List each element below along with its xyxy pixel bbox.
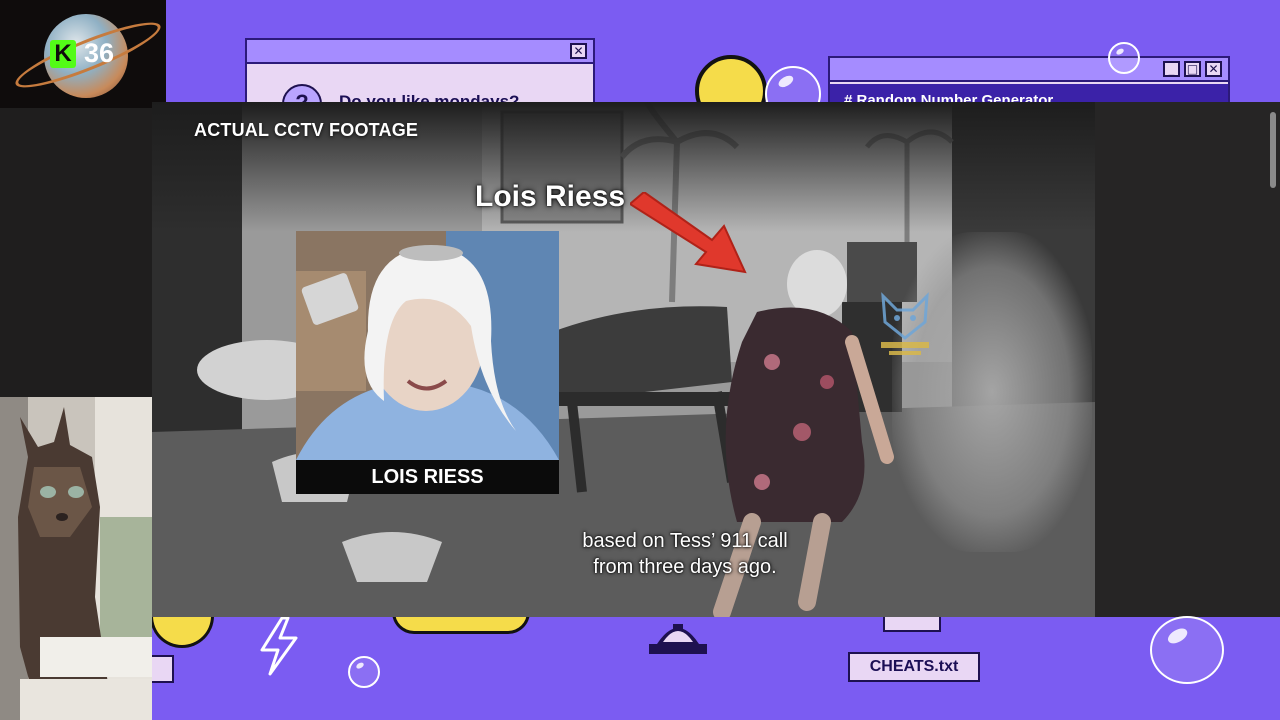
kick-follower-badge: K 36 — [0, 0, 166, 108]
lightning-icon — [260, 616, 298, 676]
portrait-caption: LOIS RIESS — [296, 460, 559, 494]
red-arrow-icon — [630, 192, 747, 274]
dark-panel — [1095, 102, 1280, 617]
kick-count: 36 — [84, 38, 115, 68]
dark-panel — [0, 108, 166, 398]
bubble-icon — [348, 656, 380, 688]
subtitle-line: based on Tess’ 911 call — [582, 530, 788, 552]
cheats-file-icon[interactable]: CHEATS.txt — [848, 652, 980, 682]
streamer-webcam — [0, 397, 152, 720]
footage-label: ACTUAL CCTV FOOTAGE — [194, 120, 419, 140]
wolf-watermark-icon — [881, 292, 929, 355]
suspect-portrait: LOIS RIESS — [296, 231, 559, 494]
window-fragment — [150, 655, 174, 683]
name-callout: Lois Riess — [475, 180, 626, 213]
scrollbar-thumb[interactable] — [1270, 112, 1276, 188]
dome-icon — [649, 624, 707, 654]
window-titlebar[interactable]: _ □ ✕ — [830, 58, 1228, 82]
video-subtitles: based on Tess’ 911 call from three days … — [432, 528, 938, 580]
window-titlebar[interactable]: ✕ — [247, 40, 593, 64]
subtitle-line: from three days ago. — [593, 556, 777, 578]
cat-webcam-image — [0, 397, 152, 720]
video-player[interactable]: ACTUAL CCTV FOOTAGE Lois Riess LOIS RIES… — [152, 102, 1095, 617]
bubble-icon — [1150, 616, 1224, 684]
maximize-icon[interactable]: □ — [1184, 61, 1201, 77]
close-icon[interactable]: ✕ — [1205, 61, 1222, 77]
portrait-photo — [296, 231, 559, 494]
blurred-person — [892, 232, 1092, 552]
bubble-icon — [1108, 42, 1140, 74]
minimize-icon[interactable]: _ — [1163, 61, 1180, 77]
close-icon[interactable]: ✕ — [570, 43, 587, 59]
kick-logo-icon: K — [50, 40, 76, 68]
